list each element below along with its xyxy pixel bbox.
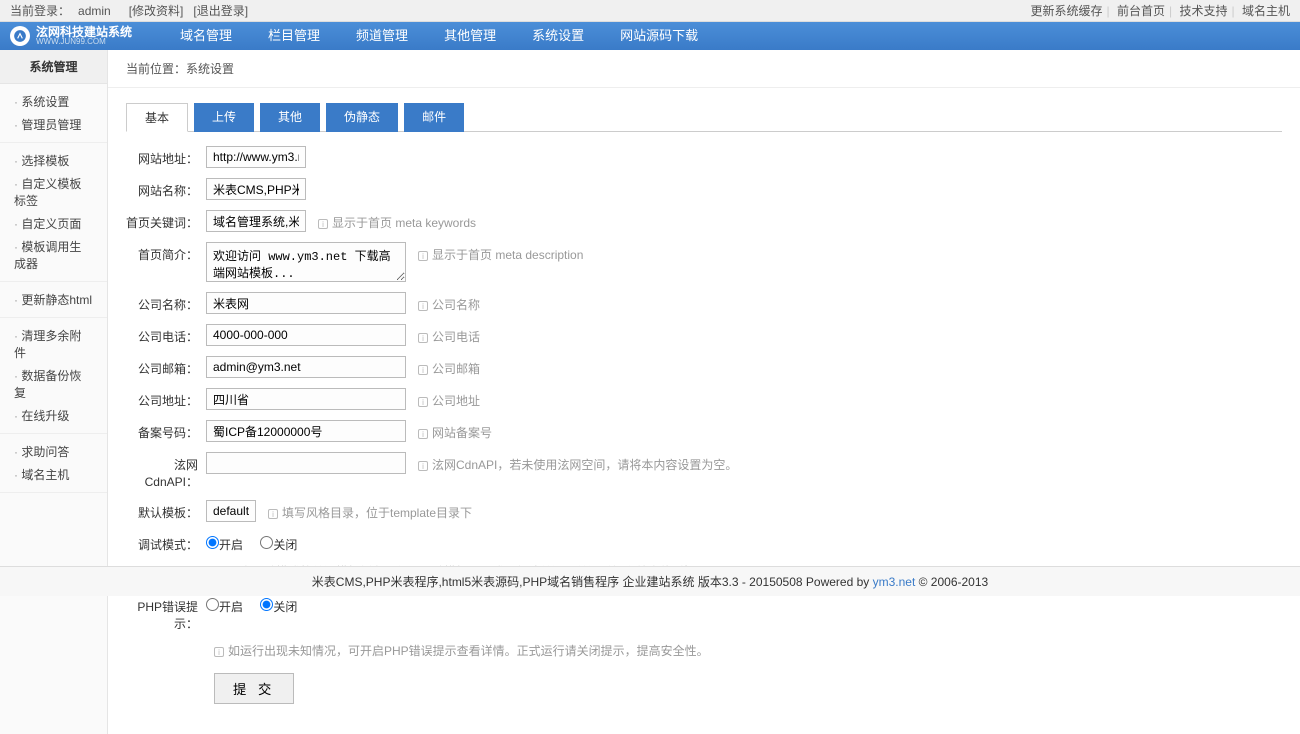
- sidebar-item-upgrade[interactable]: 在线升级: [0, 404, 107, 427]
- tabs: 基本 上传 其他 伪静态 邮件: [126, 102, 1282, 132]
- sidebar-item-pages[interactable]: 自定义页面: [0, 212, 107, 235]
- info-icon: i: [418, 461, 428, 471]
- input-tel[interactable]: [206, 324, 406, 346]
- sidebar-title: 系统管理: [0, 50, 107, 84]
- topbar: 当前登录：admin [修改资料] [退出登录] 更新系统缓存| 前台首页| 技…: [0, 0, 1300, 22]
- nav-column[interactable]: 栏目管理: [250, 22, 338, 50]
- sidebar-item-admin[interactable]: 管理员管理: [0, 113, 107, 136]
- logo-icon: [10, 26, 30, 46]
- info-icon: i: [418, 251, 428, 261]
- label-site-url: 网站地址：: [126, 146, 206, 167]
- sidebar-item-clean[interactable]: 清理多余附件: [0, 324, 107, 364]
- footer-link[interactable]: ym3.net: [873, 575, 916, 589]
- sidebar-item-template[interactable]: 选择模板: [0, 149, 107, 172]
- info-icon: i: [418, 429, 428, 439]
- submit-button[interactable]: 提 交: [214, 673, 294, 704]
- label-site-name: 网站名称：: [126, 178, 206, 199]
- label-keywords: 首页关键词：: [126, 210, 206, 231]
- label-icp: 备案号码：: [126, 420, 206, 441]
- login-prefix: 当前登录：: [10, 4, 70, 18]
- brand-logo: 泫网科技建站系统 WWW.JUN99.COM: [10, 26, 132, 46]
- top-link-home[interactable]: 前台首页: [1117, 4, 1165, 18]
- logout-link[interactable]: [退出登录]: [193, 4, 248, 18]
- input-icp[interactable]: [206, 420, 406, 442]
- tab-basic[interactable]: 基本: [126, 103, 188, 132]
- sidebar-item-backup[interactable]: 数据备份恢复: [0, 364, 107, 404]
- input-cdn[interactable]: [206, 452, 406, 474]
- info-icon: i: [214, 647, 224, 657]
- nav-download[interactable]: 网站源码下载: [602, 22, 716, 50]
- input-template[interactable]: [206, 500, 256, 522]
- tab-rewrite[interactable]: 伪静态: [326, 103, 398, 132]
- label-debug: 调试模式：: [126, 532, 206, 553]
- radio-phperr-on[interactable]: [206, 598, 219, 611]
- sidebar-item-system[interactable]: 系统设置: [0, 90, 107, 113]
- info-icon: i: [418, 333, 428, 343]
- label-phperr: PHP错误提示：: [126, 594, 206, 632]
- radio-debug-on[interactable]: [206, 536, 219, 549]
- sidebar-item-tags[interactable]: 自定义模板标签: [0, 172, 107, 212]
- input-site-url[interactable]: [206, 146, 306, 168]
- tab-upload[interactable]: 上传: [194, 103, 254, 132]
- top-link-support[interactable]: 技术支持: [1180, 4, 1228, 18]
- tip-phperr: 如运行出现未知情况，可开启PHP错误提示查看详情。正式运行请关闭提示，提高安全性…: [228, 644, 709, 658]
- edit-profile-link[interactable]: [修改资料]: [129, 4, 184, 18]
- info-icon: i: [268, 509, 278, 519]
- label-template: 默认模板：: [126, 500, 206, 521]
- brand-sub: WWW.JUN99.COM: [36, 38, 132, 46]
- label-company: 公司名称：: [126, 292, 206, 313]
- input-email[interactable]: [206, 356, 406, 378]
- tab-other[interactable]: 其他: [260, 103, 320, 132]
- sidebar: 系统管理 系统设置 管理员管理 选择模板 自定义模板标签 自定义页面 模板调用生…: [0, 50, 108, 734]
- input-company[interactable]: [206, 292, 406, 314]
- breadcrumb: 当前位置：系统设置: [108, 50, 1300, 88]
- tab-mail[interactable]: 邮件: [404, 103, 464, 132]
- radio-phperr-off[interactable]: [260, 598, 273, 611]
- sidebar-item-help[interactable]: 求助问答: [0, 440, 107, 463]
- nav-system[interactable]: 系统设置: [514, 22, 602, 50]
- top-link-cache[interactable]: 更新系统缓存: [1031, 4, 1103, 18]
- info-icon: i: [418, 397, 428, 407]
- main: 当前位置：系统设置 基本 上传 其他 伪静态 邮件 网站地址： 网站名称： 首页…: [108, 50, 1300, 734]
- footer: 米表CMS,PHP米表程序,html5米表源码,PHP域名销售程序 企业建站系统…: [0, 566, 1300, 596]
- info-icon: i: [418, 365, 428, 375]
- login-user: admin: [78, 4, 111, 18]
- label-address: 公司地址：: [126, 388, 206, 409]
- nav-domain[interactable]: 域名管理: [162, 22, 250, 50]
- nav-other[interactable]: 其他管理: [426, 22, 514, 50]
- input-site-name[interactable]: [206, 178, 306, 200]
- label-email: 公司邮箱：: [126, 356, 206, 377]
- sidebar-item-host[interactable]: 域名主机: [0, 463, 107, 486]
- label-cdn: 泫网CdnAPI：: [126, 452, 206, 490]
- sidebar-item-static[interactable]: 更新静态html: [0, 288, 107, 311]
- textarea-description[interactable]: 欢迎访问 www.ym3.net 下载高端网站模板...: [206, 242, 406, 282]
- sidebar-item-generator[interactable]: 模板调用生成器: [0, 235, 107, 275]
- label-description: 首页简介：: [126, 242, 206, 263]
- nav-channel[interactable]: 频道管理: [338, 22, 426, 50]
- input-keywords[interactable]: [206, 210, 306, 232]
- navbar: 泫网科技建站系统 WWW.JUN99.COM 域名管理 栏目管理 频道管理 其他…: [0, 22, 1300, 50]
- radio-debug-off[interactable]: [260, 536, 273, 549]
- top-link-domain[interactable]: 域名主机: [1242, 4, 1290, 18]
- input-address[interactable]: [206, 388, 406, 410]
- info-icon: i: [418, 301, 428, 311]
- info-icon: i: [318, 219, 328, 229]
- label-tel: 公司电话：: [126, 324, 206, 345]
